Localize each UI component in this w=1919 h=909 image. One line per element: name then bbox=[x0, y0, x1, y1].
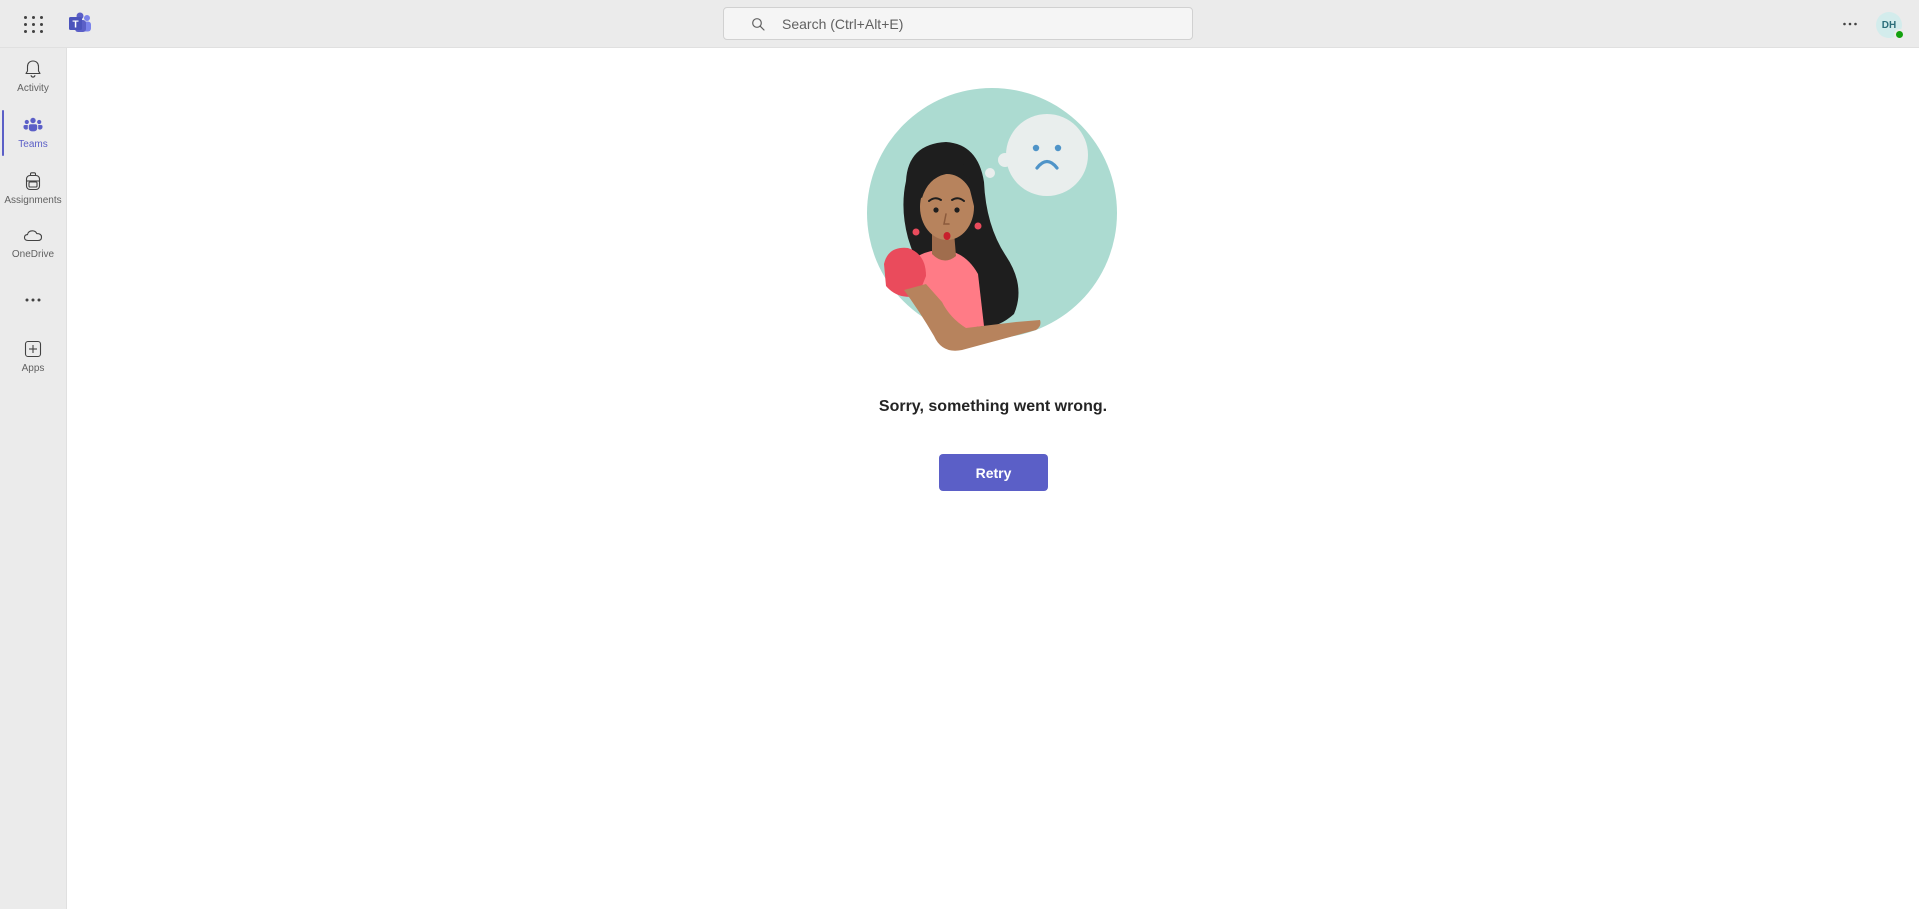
add-square-icon bbox=[24, 340, 42, 358]
error-message: Sorry, something went wrong. bbox=[878, 398, 1108, 415]
sidebar-item-label: Apps bbox=[21, 363, 45, 374]
sidebar-item-label: Teams bbox=[18, 139, 48, 150]
retry-button[interactable]: Retry bbox=[939, 454, 1048, 491]
sidebar-item-label: Activity bbox=[17, 83, 49, 94]
error-illustration bbox=[867, 88, 1117, 351]
cloud-icon bbox=[23, 230, 43, 242]
top-bar: T DH bbox=[0, 0, 1919, 48]
teams-logo-icon: T bbox=[69, 12, 91, 32]
sidebar-item-teams[interactable]: Teams bbox=[0, 108, 66, 160]
presence-badge bbox=[1894, 29, 1905, 40]
sidebar-item-label: OneDrive bbox=[11, 249, 55, 260]
teams-icon bbox=[23, 117, 43, 132]
backpack-icon bbox=[25, 172, 41, 191]
search-box[interactable] bbox=[723, 7, 1193, 40]
more-apps-icon[interactable] bbox=[20, 290, 46, 310]
more-options-icon[interactable] bbox=[1838, 12, 1862, 36]
search-input[interactable] bbox=[782, 8, 1162, 39]
sidebar-item-onedrive[interactable]: OneDrive bbox=[0, 218, 66, 270]
svg-text:T: T bbox=[72, 20, 78, 31]
app-bar: Activity Teams Assignments OneDrive Apps bbox=[0, 48, 67, 909]
sidebar-item-assignments[interactable]: Assignments bbox=[0, 164, 66, 216]
sidebar-item-apps[interactable]: Apps bbox=[0, 332, 66, 384]
search-icon bbox=[752, 18, 765, 31]
bell-icon bbox=[25, 60, 41, 78]
app-launcher-icon[interactable] bbox=[22, 14, 43, 34]
sidebar-item-activity[interactable]: Activity bbox=[0, 52, 66, 104]
avatar[interactable]: DH bbox=[1876, 12, 1905, 40]
avatar-initials: DH bbox=[1881, 19, 1897, 31]
sidebar-item-label: Assignments bbox=[4, 195, 62, 206]
